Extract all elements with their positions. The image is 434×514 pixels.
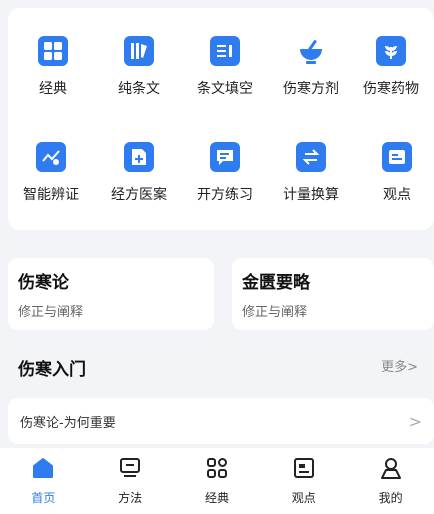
- list-item-label: 伤寒论-为何重要: [20, 415, 116, 431]
- list-item[interactable]: 伤寒论-为何重要 >: [8, 398, 434, 444]
- id-card-icon: [382, 142, 412, 172]
- tile-case-records[interactable]: 经方医案: [96, 142, 182, 222]
- section-title: 伤寒入门: [18, 360, 86, 380]
- medical-doc-icon: [124, 142, 154, 172]
- tile-fill-blank[interactable]: 条文填空: [182, 36, 268, 116]
- home-icon: [31, 456, 55, 484]
- tab-mine[interactable]: 我的: [356, 456, 426, 506]
- tile-classics[interactable]: 经典: [10, 36, 96, 116]
- tile-label: 计量换算: [283, 187, 339, 203]
- book-subtitle: 修正与阐释: [242, 305, 308, 320]
- tab-label: 观点: [291, 491, 316, 505]
- tile-unit-conversion[interactable]: 计量换算: [268, 142, 354, 222]
- tile-formulas[interactable]: 伤寒方剂: [268, 36, 354, 116]
- fill-blank-icon: [210, 36, 240, 66]
- tile-label: 观点: [383, 187, 411, 203]
- swap-icon: [296, 142, 326, 172]
- tile-herbs[interactable]: 伤寒药物: [348, 36, 434, 116]
- monitor-icon: [118, 456, 142, 484]
- tile-prescribe-practice[interactable]: 开方练习: [182, 142, 268, 222]
- tile-viewpoints[interactable]: 观点: [354, 142, 434, 222]
- grid-icon: [38, 36, 68, 66]
- tile-label: 经方医案: [111, 187, 167, 203]
- bottom-tab-bar: 首页 方法 经典 观点 我的: [0, 448, 434, 514]
- more-link[interactable]: 更多>: [381, 356, 418, 375]
- book-title: 金匮要略: [242, 273, 310, 293]
- tile-smart-diagnosis[interactable]: 智能辨证: [8, 142, 94, 222]
- chat-icon: [210, 142, 240, 172]
- id-card-icon: [292, 456, 316, 484]
- feature-grid-card: 经典 纯条文 条文填空 伤寒方剂 伤寒药物 智能辨证 经方医案 开方练习 计量换…: [8, 8, 434, 230]
- tab-label: 我的: [378, 491, 403, 505]
- chevron-right-icon: >: [408, 411, 422, 431]
- book-card-jingui[interactable]: 金匮要略 修正与阐释: [232, 258, 434, 330]
- tile-label: 伤寒药物: [363, 81, 419, 97]
- tile-label: 智能辨证: [23, 187, 79, 203]
- tab-classics[interactable]: 经典: [182, 456, 252, 506]
- tile-label: 经典: [39, 81, 67, 97]
- tab-methods[interactable]: 方法: [95, 456, 165, 506]
- apps-icon: [205, 456, 229, 484]
- tile-label: 开方练习: [197, 187, 253, 203]
- tab-label: 方法: [118, 491, 143, 505]
- tab-label: 经典: [204, 491, 229, 505]
- mortar-icon: [296, 36, 326, 66]
- ai-chart-icon: [36, 142, 66, 172]
- tile-label: 伤寒方剂: [283, 81, 339, 97]
- user-icon: [379, 456, 403, 484]
- book-subtitle: 修正与阐释: [18, 305, 84, 320]
- tab-label: 首页: [31, 491, 56, 505]
- tab-viewpoints[interactable]: 观点: [269, 456, 339, 506]
- herb-icon: [376, 36, 406, 66]
- book-card-shanghan[interactable]: 伤寒论 修正与阐释: [8, 258, 214, 330]
- tab-home[interactable]: 首页: [8, 456, 78, 506]
- tile-label: 纯条文: [118, 81, 160, 97]
- book-pen-icon: [124, 36, 154, 66]
- book-title: 伤寒论: [18, 273, 69, 293]
- tile-pure-text[interactable]: 纯条文: [96, 36, 182, 116]
- tile-label: 条文填空: [197, 81, 253, 97]
